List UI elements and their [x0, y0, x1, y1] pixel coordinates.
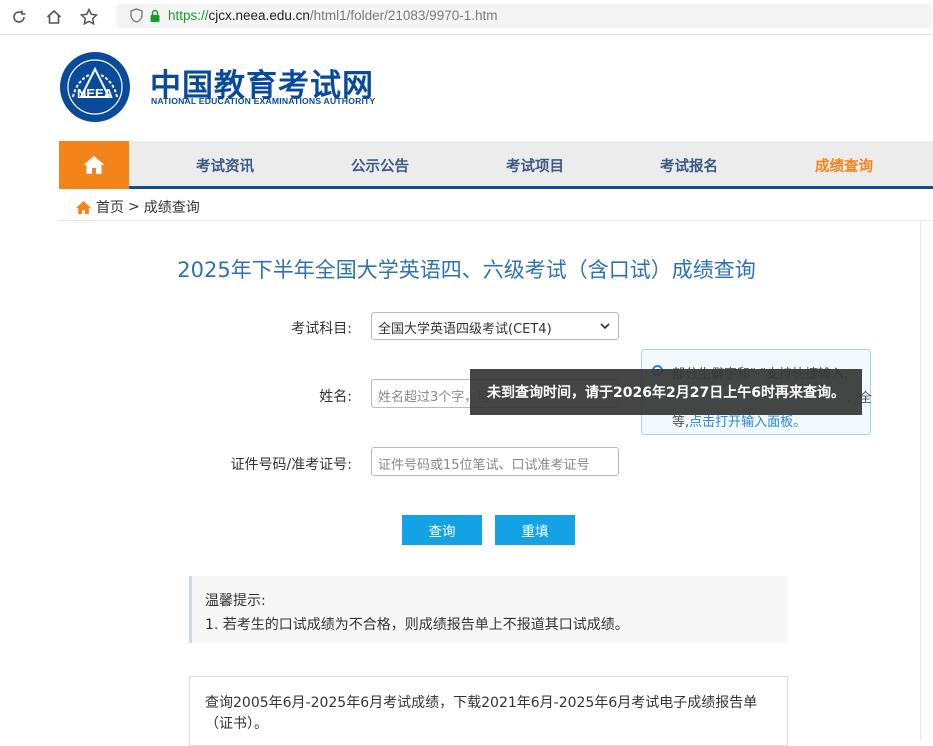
breadcrumb-divider [59, 220, 933, 221]
nav-item-exam-news[interactable]: 考试资讯 [196, 155, 254, 176]
notice-title: 温馨提示: [205, 593, 266, 609]
id-number-input[interactable]: 证件号码或15位笔试、口试准考证号 [371, 447, 619, 476]
chevron-down-icon [600, 323, 610, 330]
query-button[interactable]: 查询 [402, 515, 482, 545]
emblem-text: NEEA [77, 86, 114, 101]
home-icon[interactable] [43, 6, 65, 28]
query-time-toast: 未到查询时间，请于2026年2月27日上午6时再来查询。 [470, 369, 862, 415]
url-text[interactable]: https://cjcx.neea.edu.cn/html1/folder/21… [168, 8, 497, 23]
subject-select[interactable]: 全国大学英语四级考试(CET4) [371, 312, 619, 340]
nav-item-announcements[interactable]: 公示公告 [351, 155, 409, 176]
notice-box: 温馨提示: 1. 若考生的口试成绩为不合格，则成绩报告单上不报道其口试成绩。 [189, 576, 788, 643]
reload-icon[interactable] [8, 6, 30, 28]
shield-icon[interactable] [130, 8, 143, 27]
address-bar[interactable]: https://cjcx.neea.edu.cn/html1/folder/21… [116, 4, 932, 28]
main-nav [59, 141, 933, 186]
nav-item-exam-projects[interactable]: 考试项目 [506, 155, 564, 176]
house-icon [83, 156, 105, 174]
breadcrumb: 首页 > 成绩查询 [75, 197, 200, 217]
url-path: /html1/folder/21083/9970-1.htm [309, 8, 498, 23]
tip-line-3-prefix: 等, [672, 415, 690, 430]
reset-button[interactable]: 重填 [495, 515, 575, 545]
nav-item-registration[interactable]: 考试报名 [660, 155, 718, 176]
subject-label: 考试科目: [291, 321, 352, 337]
browser-toolbar: https://cjcx.neea.edu.cn/html1/folder/21… [0, 0, 933, 35]
name-label: 姓名: [319, 389, 352, 405]
breadcrumb-home-icon [76, 200, 91, 214]
history-query-box: 查询2005年6月-2025年6月考试成绩，下载2021年6月-2025年6月考… [189, 676, 788, 746]
open-input-panel-link[interactable]: 点击打开输入面板。 [689, 415, 806, 430]
url-protocol: https:// [168, 8, 209, 23]
breadcrumb-separator: > [128, 199, 140, 215]
nav-underline [59, 186, 933, 189]
notice-item: 1. 若考生的口试成绩为不合格，则成绩报告单上不报道其口试成绩。 [205, 617, 629, 633]
nav-home-button[interactable] [59, 141, 129, 189]
bookmark-star-icon[interactable] [78, 6, 100, 28]
lock-icon[interactable] [149, 8, 161, 27]
page-title: 2025年下半年全国大学英语四、六级考试（含口试）成绩查询 [177, 258, 756, 282]
history-query-text[interactable]: 查询2005年6月-2025年6月考试成绩，下载2021年6月-2025年6月考… [205, 693, 775, 735]
breadcrumb-current: 成绩查询 [143, 200, 200, 216]
breadcrumb-home-link[interactable]: 首页 [96, 197, 124, 217]
nav-item-score-query[interactable]: 成绩查询 [815, 155, 873, 176]
content-right-border [920, 221, 921, 741]
url-host: cjcx.neea.edu.cn [208, 8, 310, 23]
logo-title-en: NATIONAL EDUCATION EXAMINATIONS AUTHORIT… [151, 96, 376, 106]
subject-select-value: 全国大学英语四级考试(CET4) [378, 322, 552, 337]
neea-emblem-logo[interactable]: NEEA [59, 51, 131, 123]
id-number-label: 证件号码/准考证号: [230, 457, 352, 473]
